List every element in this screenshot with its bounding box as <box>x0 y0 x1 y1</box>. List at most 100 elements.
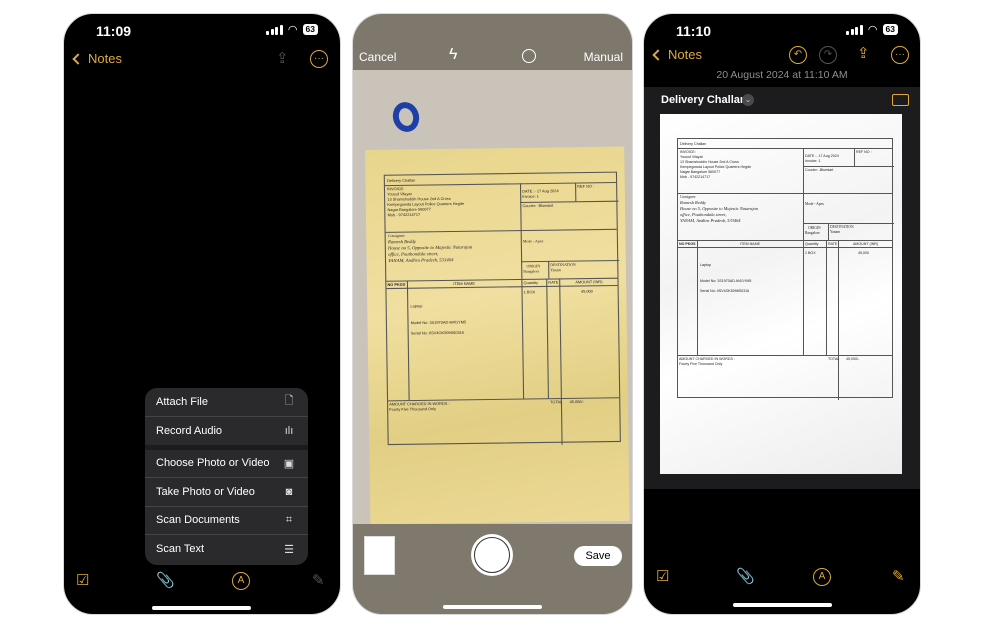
scan-view-icon[interactable] <box>892 94 909 106</box>
cancel-button[interactable]: Cancel <box>359 50 396 64</box>
table-rule <box>546 278 549 399</box>
paperclip-icon[interactable]: 📎 <box>736 567 755 585</box>
share-icon[interactable]: ⇪ <box>276 49 289 67</box>
doc-date: DATE :- 17 Aug 2024 <box>522 189 559 194</box>
item-serial: Serial No: 0SV4OK5098S0316 <box>410 330 464 336</box>
shipping-mode: Mode - Apex <box>805 202 824 206</box>
courier: Courier: -Bluedart <box>522 203 554 209</box>
home-indicator <box>443 605 542 609</box>
shutter-button[interactable] <box>471 534 513 576</box>
paperclip-icon[interactable]: 📎 <box>156 571 175 589</box>
checklist-icon[interactable]: ☑ <box>656 567 669 585</box>
scan-text-icon: ☰ <box>284 543 294 556</box>
col-header: ITEM NAME <box>453 281 475 287</box>
menu-label: Scan Text <box>156 543 205 556</box>
consignee-line: office, Pouthondala street, <box>680 212 727 217</box>
words-label: AMOUNT CHARGED IN WORDS : <box>679 357 735 361</box>
menu-item-scan-text[interactable]: Scan Text ☰ <box>145 535 308 564</box>
menu-item-scan-documents[interactable]: Scan Documents ⌗ <box>145 507 308 535</box>
destination-city: Yanam <box>830 230 841 234</box>
chevron-left-icon <box>72 52 84 65</box>
markup-pen-icon[interactable]: A <box>813 568 831 586</box>
consignee-line: House no 5, Opposite to Majestic Nataraj… <box>680 206 758 211</box>
origin-city: Bangalore <box>523 269 540 274</box>
consignee-line: Ramesh Reddy <box>680 200 706 205</box>
origin-label: ORIGIN <box>808 226 821 230</box>
menu-label: Scan Documents <box>156 514 240 527</box>
markup-pen-icon[interactable]: A <box>232 572 250 590</box>
undo-icon[interactable]: ↶ <box>789 46 807 64</box>
consignee-line: YANAM, Andhra Pradesh, 533464 <box>680 218 741 223</box>
origin-label: ORIGIN <box>526 264 541 269</box>
table-rule <box>678 193 892 194</box>
sender-line: Nagar Bangalore 560077 <box>680 170 721 174</box>
item-model: Model No: 3S1970AD-M4/1YM5 <box>700 279 752 283</box>
menu-item-record-audio[interactable]: Record Audio ılı <box>145 417 308 450</box>
compose-icon[interactable]: ✎ <box>312 571 325 589</box>
battery-icon: 63 <box>302 24 318 35</box>
invoice-label: INVOICE: <box>387 186 405 192</box>
redo-icon[interactable]: ↷ <box>819 46 837 64</box>
home-indicator <box>733 603 832 607</box>
menu-label: Choose Photo or Video <box>156 457 270 470</box>
table-rule <box>386 284 618 290</box>
table-rule <box>406 280 410 401</box>
amount-in-words: Fourty Five Thousand Only <box>679 362 723 366</box>
col-header: AMOUNT (INR) <box>853 242 879 246</box>
scan-thumbnail[interactable] <box>364 536 395 575</box>
sender-line: Yousuf Vilayat <box>680 155 703 159</box>
save-button[interactable]: Save <box>574 546 622 566</box>
col-header: RATE <box>548 280 559 285</box>
table-rule <box>838 240 839 400</box>
words-label: AMOUNT CHARGED IN WORDS : <box>389 401 450 407</box>
blue-ring-object <box>389 99 423 135</box>
menu-item-attach-file[interactable]: Attach File 🗋 <box>145 388 308 417</box>
status-icons: ◠ 63 <box>846 23 898 36</box>
sender-line: 13 Shamshuddin House 2nd A Cross <box>680 160 739 164</box>
camera-icon: ◙ <box>285 485 293 498</box>
more-icon[interactable]: ··· <box>891 46 909 64</box>
menu-label: Attach File <box>156 395 208 408</box>
item-name: Laptop <box>700 263 711 267</box>
table-rule <box>854 148 855 166</box>
menu-item-take-photo[interactable]: Take Photo or Video ◙ <box>145 478 308 507</box>
item-model: Model No: 3S1970AD-M4/1YM5 <box>410 320 467 326</box>
phone-note-with-scan: 11:10 ◠ 63 Notes ↶ ↷ ⇪ ··· 20 August 202… <box>643 13 921 615</box>
menu-item-choose-photo[interactable]: Choose Photo or Video ▣ <box>145 450 308 478</box>
compose-icon[interactable]: ✎ <box>892 567 905 585</box>
amount-value: 45,000 <box>858 251 869 255</box>
more-icon[interactable]: ··· <box>310 50 328 68</box>
back-button[interactable]: Notes <box>652 47 702 62</box>
battery-icon: 63 <box>882 24 898 35</box>
item-name: Laptop <box>410 304 423 309</box>
courier: Courier: -Bluedart <box>805 168 834 172</box>
table-rule <box>385 228 617 233</box>
table-rule <box>559 278 563 445</box>
manual-mode-button[interactable]: Manual <box>584 50 623 64</box>
status-icons: ◠ 63 <box>266 23 318 36</box>
table-rule <box>803 148 804 240</box>
total-label: TOTAL <box>550 400 563 405</box>
quantity-value: 1 BOX <box>805 251 816 255</box>
checklist-icon[interactable]: ☑ <box>76 571 89 589</box>
chevron-down-icon[interactable]: ⌄ <box>742 94 754 106</box>
sender-line: Mob - 9742214717 <box>387 212 421 218</box>
col-header: RATE <box>828 242 838 246</box>
amount-value: 45,000 <box>580 289 593 294</box>
photo-library-icon: ▣ <box>283 457 295 470</box>
phone-notes-attachment-menu: 11:09 ◠ 63 Notes ⇪ ··· Attach File 🗋 Reco… <box>63 13 341 615</box>
share-icon[interactable]: ⇪ <box>857 44 870 62</box>
home-indicator <box>152 606 251 610</box>
flash-icon[interactable]: ϟ <box>449 46 457 64</box>
scan-document-icon: ⌗ <box>285 513 293 526</box>
filter-icon[interactable] <box>522 49 536 63</box>
consignee-line: office, Pouthondala street, <box>388 250 439 257</box>
scan-title[interactable]: Delivery Challan <box>661 94 747 106</box>
back-button[interactable]: Notes <box>72 51 122 66</box>
destination-city: Yanam <box>550 268 562 273</box>
phone-document-scanner: Cancel ϟ Manual Delivery Challan INVOICE… <box>352 13 633 615</box>
back-label: Notes <box>668 47 702 62</box>
sender-line: Nagar Bangalore 560077 <box>387 207 431 213</box>
col-header: Quantity <box>523 280 539 286</box>
ref-no: REF NO : <box>856 150 872 154</box>
